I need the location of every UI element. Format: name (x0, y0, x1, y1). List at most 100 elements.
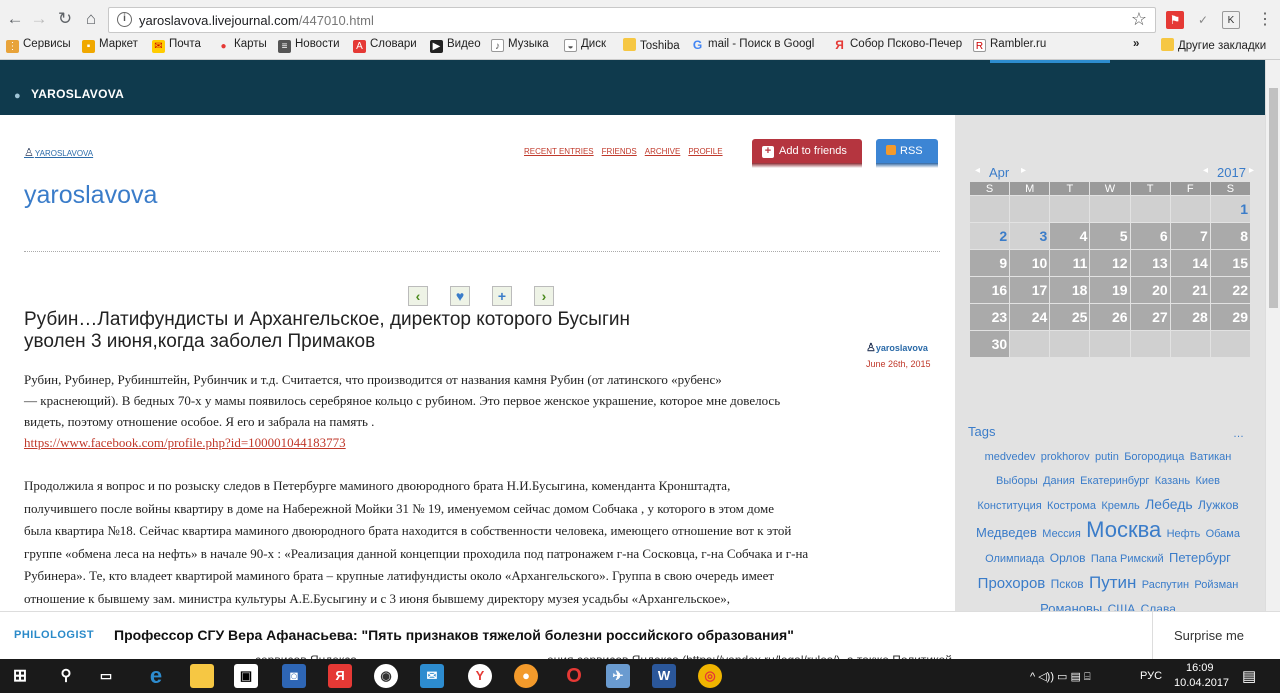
tag-link[interactable]: Романовы (1040, 601, 1102, 611)
back-icon[interactable]: ← (4, 8, 26, 30)
add-memory-plus-icon[interactable]: + (492, 286, 512, 306)
tag-link[interactable]: Конституция (977, 500, 1041, 512)
rss-button[interactable]: RSS (876, 139, 938, 163)
calendar-year[interactable]: 2017 (1217, 165, 1246, 180)
tray-icons[interactable]: ^ ◁)) ▭ ▤ ⌸ (1030, 670, 1091, 684)
tag-link[interactable]: medvedev (985, 451, 1036, 463)
bookmark-item[interactable]: ▶ Видео (430, 38, 481, 53)
nav-archive[interactable]: ARCHIVE (645, 147, 681, 156)
yandex-browser-icon[interactable]: Y (468, 664, 492, 688)
calendar-month[interactable]: Apr (989, 165, 1009, 180)
tag-link[interactable]: Слава (1141, 602, 1176, 611)
tag-link[interactable]: Папа Римский (1091, 553, 1164, 565)
menu-icon[interactable]: ⋮ (1256, 11, 1274, 29)
nav-friends[interactable]: FRIENDS (602, 147, 637, 156)
prev-entry-icon[interactable]: ‹ (408, 286, 428, 306)
clock-date[interactable]: 10.04.2017 (1174, 677, 1229, 689)
bookmark-item[interactable]: Я Собор Псково-Печер (833, 38, 962, 52)
info-icon[interactable]: i (117, 12, 132, 27)
tag-link[interactable]: putin (1095, 451, 1119, 463)
prev-month-icon[interactable]: ◂ (975, 165, 980, 176)
page-scrollbar[interactable] (1265, 60, 1280, 656)
tag-link[interactable]: Кострома (1047, 500, 1096, 512)
reload-icon[interactable]: ↻ (54, 8, 76, 30)
tag-link[interactable]: Медведев (976, 525, 1037, 540)
bookmarks-overflow[interactable]: » (1133, 38, 1139, 50)
windows-start-icon[interactable]: ⊞ (8, 664, 32, 688)
yandex-app-icon[interactable]: Я (328, 664, 352, 688)
tag-link[interactable]: Орлов (1050, 551, 1086, 565)
edge-icon[interactable]: e (144, 664, 168, 688)
calendar-day[interactable]: 3 (1010, 223, 1050, 249)
tag-link[interactable]: Ройзман (1194, 579, 1238, 591)
tag-link[interactable]: Москва (1086, 517, 1161, 542)
scrollbar-thumb[interactable] (1269, 88, 1278, 308)
language-indicator[interactable]: РУС (1140, 670, 1162, 682)
app-icon[interactable]: ◙ (282, 664, 306, 688)
tag-link[interactable]: Лужков (1198, 498, 1239, 512)
other-bookmarks[interactable]: Другие закладки (1161, 38, 1266, 52)
prev-year-icon[interactable]: ◂ (1203, 165, 1208, 176)
tag-link[interactable]: Ватикан (1190, 451, 1232, 463)
bookmark-item[interactable]: ≡ Новости (278, 38, 340, 53)
next-entry-icon[interactable]: › (534, 286, 554, 306)
tag-link[interactable]: Дания (1043, 475, 1075, 487)
calendar-day[interactable]: 2 (970, 223, 1010, 249)
bookmark-item[interactable]: ◒ Диск (564, 38, 606, 52)
bookmark-item[interactable]: R Rambler.ru (973, 38, 1046, 52)
store-icon[interactable]: ▣ (234, 664, 258, 688)
nav-profile[interactable]: PROFILE (688, 147, 722, 156)
mail-app-icon[interactable]: ✉ (420, 664, 444, 688)
banner-headline[interactable]: Профессор СГУ Вера Афанасьева: "Пять при… (114, 627, 794, 643)
tag-link[interactable]: prokhorov (1041, 451, 1090, 463)
tag-link[interactable]: Казань (1155, 475, 1190, 487)
bookmark-item[interactable]: A Словари (353, 38, 417, 53)
facebook-link[interactable]: https://www.facebook.com/profile.php?id=… (24, 432, 780, 453)
tag-link[interactable]: Кремль (1101, 500, 1139, 512)
tag-link[interactable]: Псков (1051, 577, 1084, 591)
notifications-icon[interactable]: ▤ (1242, 667, 1256, 685)
bookmark-item[interactable]: ✉ Почта (152, 38, 201, 53)
journal-title[interactable]: yaroslavova (24, 181, 157, 210)
keyboard-extension-icon[interactable]: K (1222, 11, 1240, 29)
address-bar[interactable]: i yaroslavova.livejournal.com/447010.htm… (108, 7, 1156, 33)
surprise-me-button[interactable]: Surprise me (1152, 612, 1265, 660)
add-to-friends-button[interactable]: + Add to friends (752, 139, 862, 163)
home-icon[interactable]: ⌂ (80, 8, 102, 30)
bookmark-item[interactable]: ▪ Маркет (82, 38, 138, 53)
tag-link[interactable]: Киев (1195, 475, 1220, 487)
chrome-icon[interactable]: ◎ (698, 664, 722, 688)
tag-link[interactable]: США (1108, 602, 1136, 611)
bookmark-star-icon[interactable]: ☆ (1131, 9, 1147, 30)
search-icon[interactable]: ⚲ (54, 664, 78, 688)
bookmark-flag-icon[interactable]: ⚑ (1166, 11, 1184, 29)
bookmark-item[interactable]: ⋮ Сервисы (6, 38, 71, 53)
extension-icon[interactable]: ✓ (1194, 11, 1212, 29)
memories-heart-icon[interactable]: ♥ (450, 286, 470, 306)
bookmark-item[interactable]: ♪ Музыка (491, 38, 549, 52)
media-icon[interactable]: ◉ (374, 664, 398, 688)
tag-link[interactable]: Мессия (1042, 528, 1081, 540)
app-icon[interactable]: ✈ (606, 664, 630, 688)
bookmark-item[interactable]: Toshiba (623, 38, 680, 52)
bookmark-item[interactable]: ● Карты (217, 38, 266, 53)
tag-link[interactable]: Олимпиада (985, 553, 1044, 565)
tag-link[interactable]: Петербург (1169, 550, 1231, 565)
tag-link[interactable]: Выборы (996, 475, 1038, 487)
tag-link[interactable]: Распутин (1142, 579, 1189, 591)
tag-link[interactable]: Нефть (1167, 528, 1201, 540)
bookmark-item[interactable]: Gmail - Поиск в Googl (691, 38, 815, 52)
header-user[interactable]: ● YAROSLAVOVA (14, 87, 124, 102)
banner-source[interactable]: PHILOLOGIST (14, 629, 94, 641)
next-month-icon[interactable]: ▸ (1021, 165, 1026, 176)
clock-time[interactable]: 16:09 (1186, 662, 1214, 674)
nav-recent-entries[interactable]: RECENT ENTRIES (524, 147, 594, 156)
calendar-day[interactable]: 1 (1210, 196, 1250, 222)
tag-link[interactable]: Обама (1206, 528, 1240, 540)
word-icon[interactable]: W (652, 664, 676, 688)
opera-icon[interactable]: O (562, 664, 586, 688)
journal-user-link[interactable]: ♙YAROSLAVOVA (24, 146, 93, 159)
task-view-icon[interactable]: ▭ (94, 664, 118, 688)
tag-link[interactable]: Лебедь (1145, 496, 1193, 512)
tags-more[interactable]: … (1233, 428, 1244, 440)
